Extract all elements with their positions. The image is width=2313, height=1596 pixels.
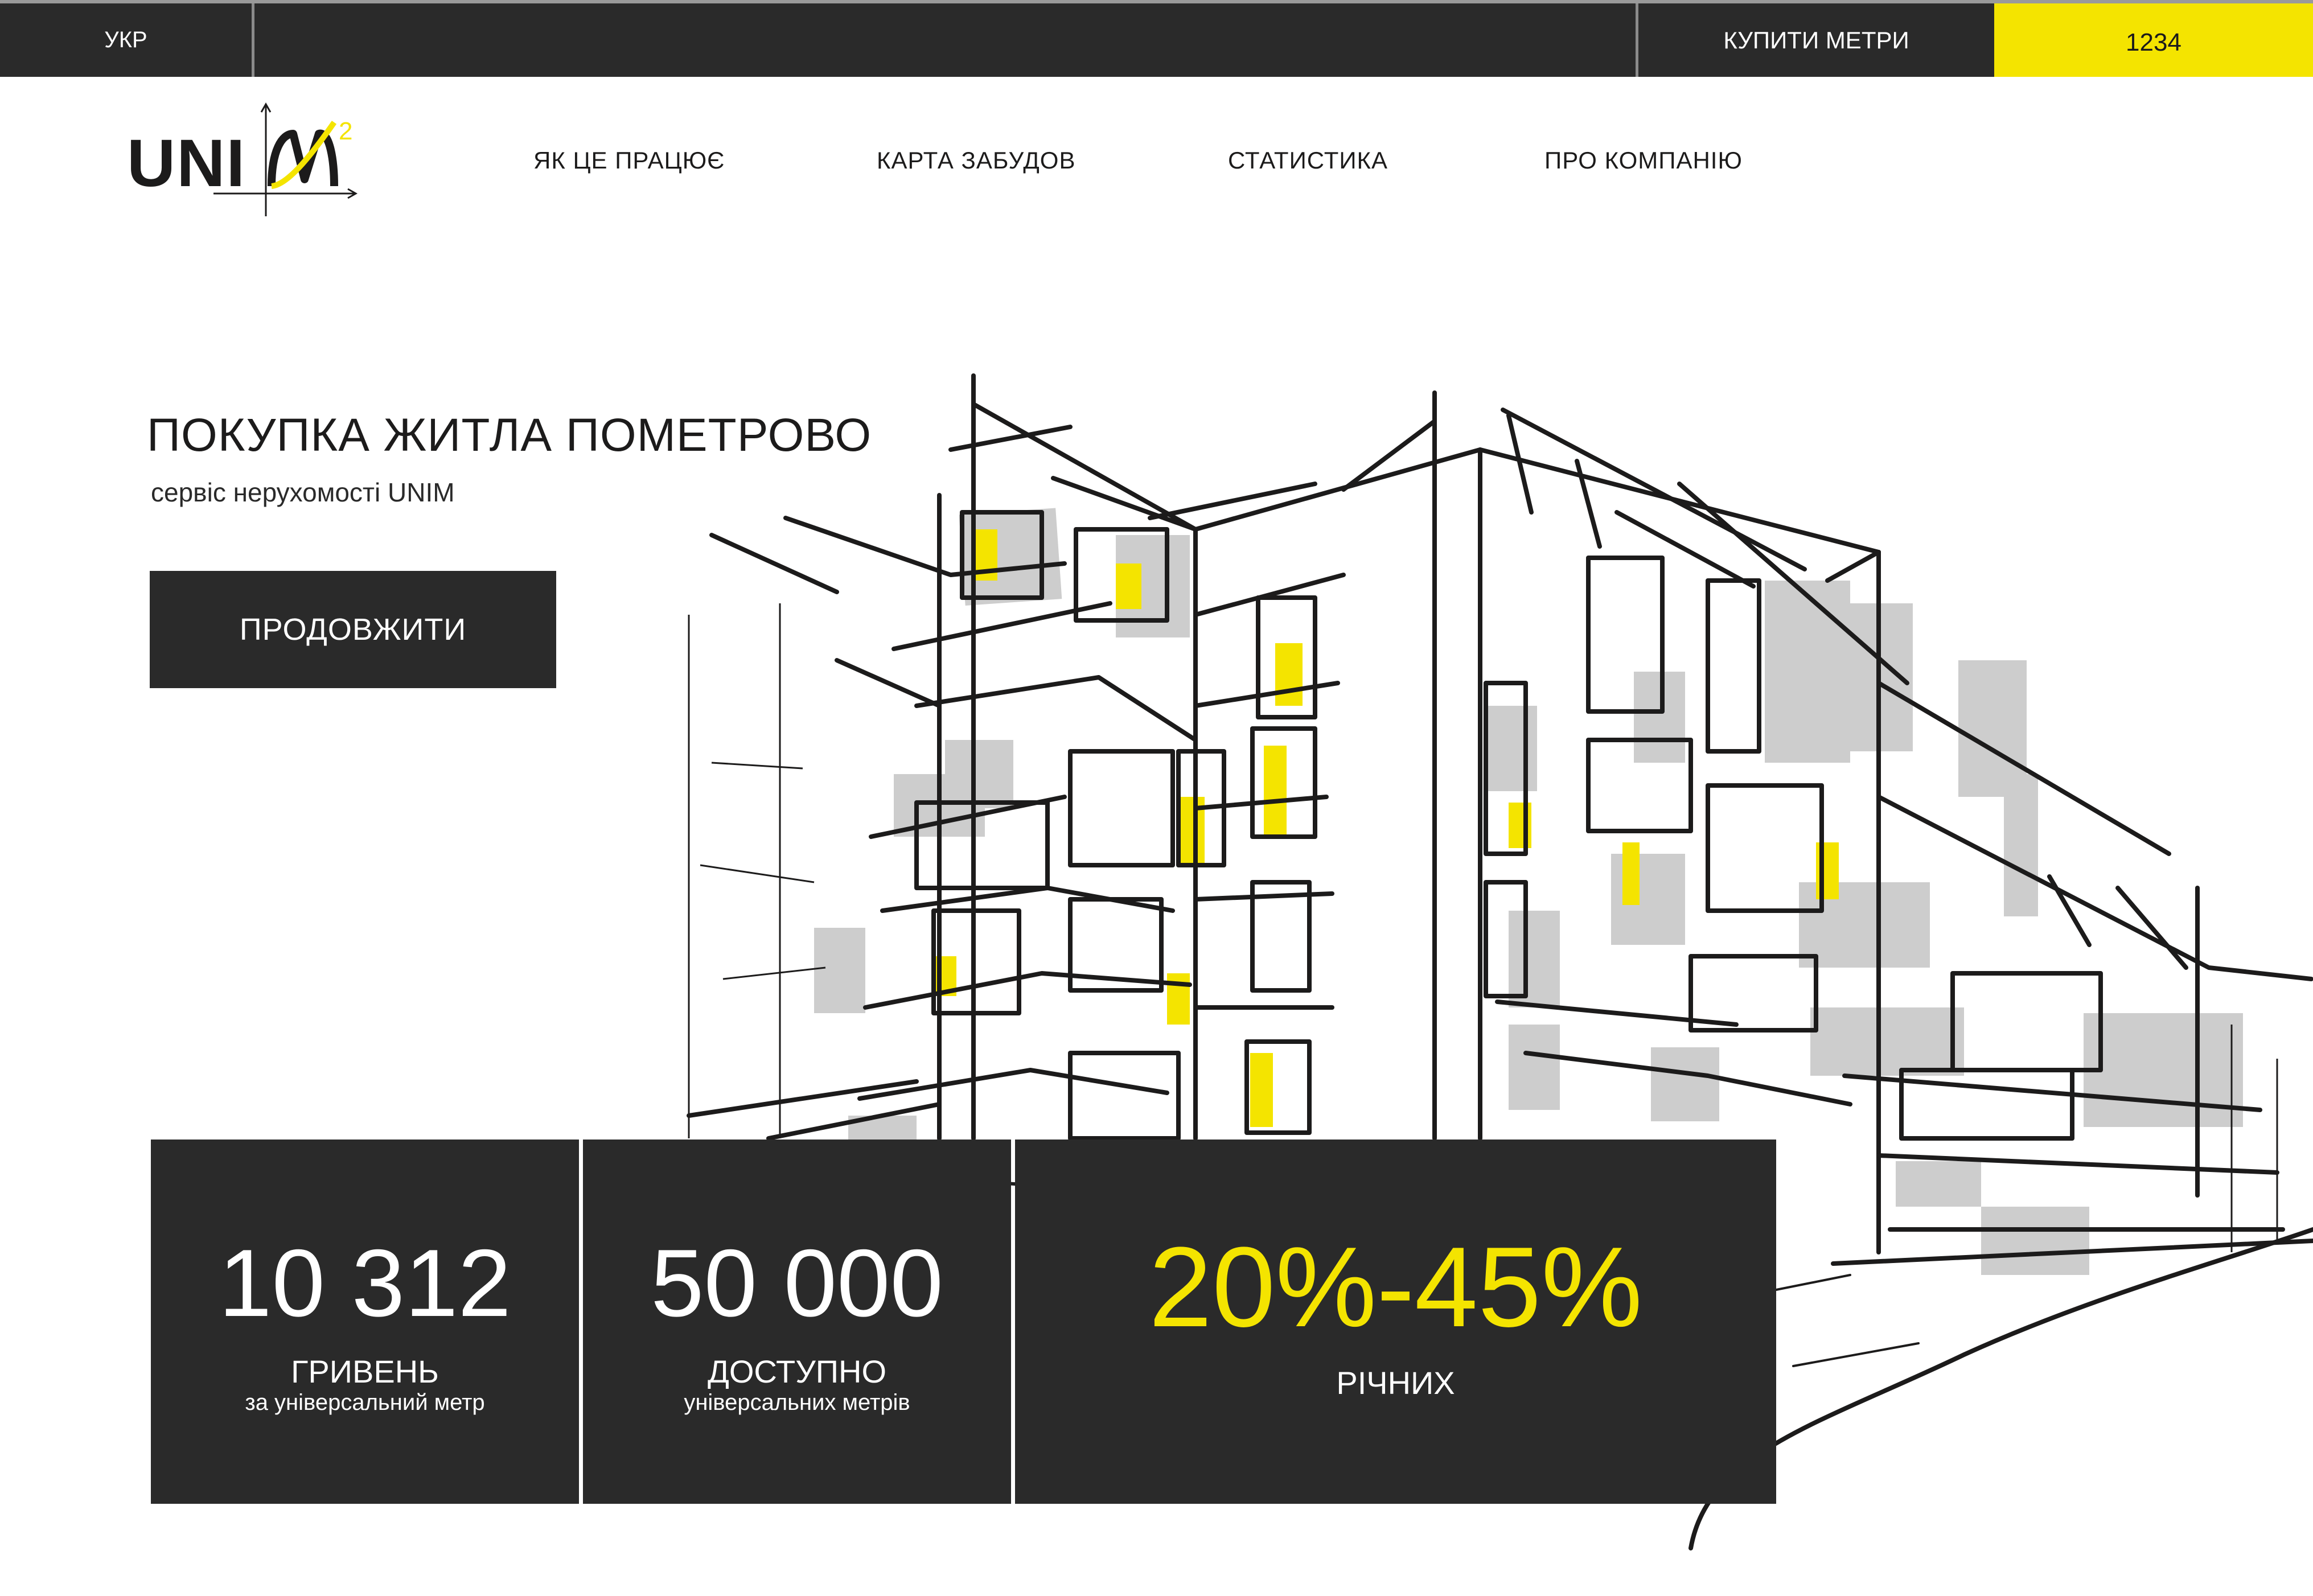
top-bar: УКР КУПИТИ МЕТРИ 1234 — [0, 0, 2313, 77]
continue-button[interactable]: ПРОДОВЖИТИ — [150, 571, 556, 688]
nav-item-about-company[interactable]: ПРО КОМПАНІЮ — [1544, 147, 1743, 174]
language-switch[interactable]: УКР — [0, 3, 254, 77]
stat-value: 10 312 — [219, 1229, 511, 1336]
main-nav: ЯК ЦЕ ПРАЦЮЄ КАРТА ЗАБУДОВ СТАТИСТИКА ПР… — [0, 147, 2313, 181]
hero-title: ПОКУПКА ЖИТЛА ПОМЕТРОВО — [147, 409, 872, 461]
nav-item-construction-map[interactable]: КАРТА ЗАБУДОВ — [877, 147, 1075, 174]
stat-label: ГРИВЕНЬ — [291, 1354, 439, 1389]
stat-value: 20%-45% — [1148, 1224, 1643, 1351]
stat-card-price: 10 312 ГРИВЕНЬ за універсальний метр — [151, 1140, 579, 1504]
stat-card-available: 50 000 ДОСТУПНО універсальних метрів — [583, 1140, 1011, 1504]
stat-label: РІЧНИХ — [1336, 1365, 1455, 1401]
svg-text:2: 2 — [339, 117, 352, 145]
hero-subtitle: сервіс нерухомості UNIM — [151, 478, 455, 507]
stat-note: універсальних метрів — [684, 1390, 910, 1415]
meters-counter: 1234 — [1994, 3, 2313, 77]
stat-card-yield: 20%-45% РІЧНИХ — [1015, 1140, 1776, 1504]
buy-meters-button[interactable]: КУПИТИ МЕТРИ — [1636, 3, 1994, 77]
stat-label: ДОСТУПНО — [707, 1354, 887, 1389]
nav-item-statistics[interactable]: СТАТИСТИКА — [1228, 147, 1388, 174]
stat-value: 50 000 — [651, 1229, 943, 1336]
stat-note: за універсальний метр — [245, 1390, 485, 1415]
nav-item-how-it-works[interactable]: ЯК ЦЕ ПРАЦЮЄ — [533, 147, 725, 174]
